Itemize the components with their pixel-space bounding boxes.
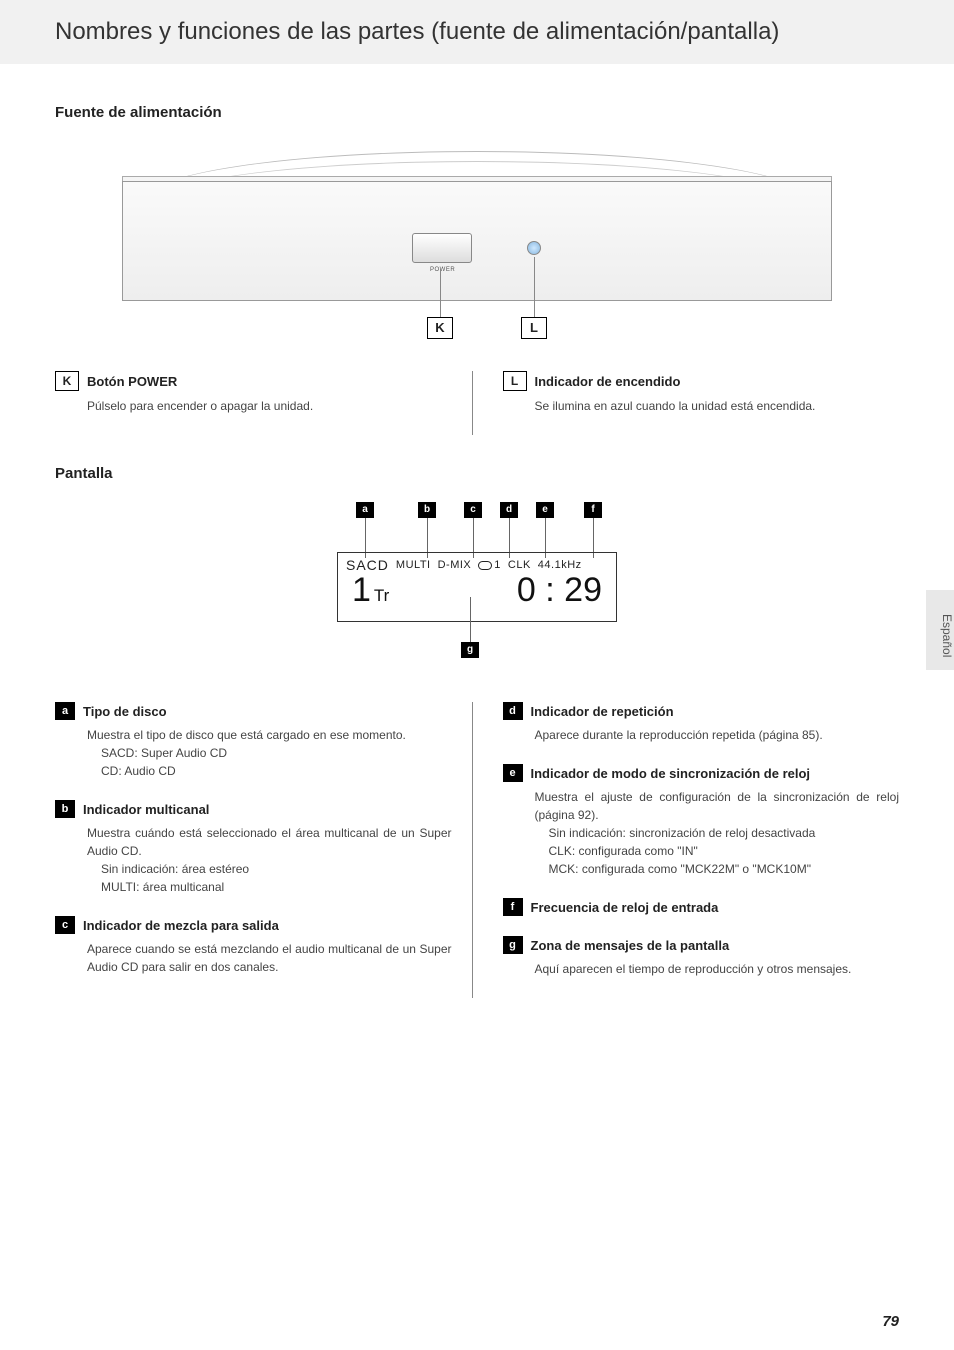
display-items-row: a Tipo de disco Muestra el tipo de disco… (55, 702, 899, 998)
lcd-row-main: 1Tr 0 : 29 (346, 571, 608, 610)
badge-c: c (55, 916, 75, 934)
power-col-right: L Indicador de encendido Se ilumina en a… (472, 371, 900, 435)
item-e-sub2: MCK: configurada como "MCK22M" o "MCK10M… (549, 860, 900, 878)
item-c-title: Indicador de mezcla para salida (83, 918, 279, 933)
display-item-b: b Indicador multicanal Muestra cuándo es… (55, 800, 452, 896)
display-col-right: d Indicador de repetición Aparece durant… (472, 702, 900, 998)
lcd-figure: a b c d e f SACD MULTI D-MIX 1 CLK 44.1k… (322, 502, 632, 672)
item-e-title: Indicador de modo de sincronización de r… (531, 766, 811, 781)
lcd-multi: MULTI (396, 559, 431, 571)
power-led-graphic (527, 241, 541, 255)
lcd-label-e: e (536, 502, 554, 518)
display-item-g: g Zona de mensajes de la pantalla Aquí a… (503, 936, 900, 978)
lcd-label-g: g (461, 642, 479, 658)
power-items-row: K Botón POWER Púlselo para encender o ap… (55, 371, 899, 435)
item-c-body: Aparece cuando se está mezclando el audi… (87, 940, 452, 976)
badge-a: a (55, 702, 75, 720)
display-section-title: Pantalla (55, 465, 899, 482)
badge-b: b (55, 800, 75, 818)
item-g-body: Aquí aparecen el tiempo de reproducción … (535, 960, 900, 978)
callout-box-l: L (521, 317, 547, 339)
power-tiny-label: POWER (430, 267, 455, 273)
lcd-time: 0 : 29 (517, 571, 602, 610)
lcd-label-a: a (356, 502, 374, 518)
item-b-sub1: MULTI: área multicanal (101, 878, 452, 896)
lcd-label-f: f (584, 502, 602, 518)
item-a-sub0: SACD: Super Audio CD (101, 744, 452, 762)
power-item-k: K Botón POWER Púlselo para encender o ap… (55, 371, 452, 415)
display-item-c: c Indicador de mezcla para salida Aparec… (55, 916, 452, 976)
display-item-d: d Indicador de repetición Aparece durant… (503, 702, 900, 744)
power-button-graphic (412, 233, 472, 263)
badge-f: f (503, 898, 523, 916)
lcd-track-num: 1 (352, 571, 371, 609)
item-e-sub1: CLK: configurada como "IN" (549, 842, 900, 860)
badge-d: d (503, 702, 523, 720)
power-col-left: K Botón POWER Púlselo para encender o ap… (55, 371, 472, 435)
power-item-k-title: Botón POWER (87, 374, 177, 389)
device-figure: POWER K L (102, 141, 852, 351)
lcd-label-b: b (418, 502, 436, 518)
callout-line-l (534, 257, 535, 317)
page-title: Nombres y funciones de las partes (fuent… (55, 18, 914, 46)
item-a-title: Tipo de disco (83, 704, 167, 719)
display-col-left: a Tipo de disco Muestra el tipo de disco… (55, 702, 472, 998)
page-content: Fuente de alimentación POWER K L K Botón… (0, 64, 954, 1028)
callout-box-k: K (427, 317, 453, 339)
item-d-body: Aparece durante la reproducción repetida… (535, 726, 900, 744)
lcd-track-group: 1Tr (352, 571, 389, 610)
item-a-sub1: CD: Audio CD (101, 762, 452, 780)
lcd-clk: CLK (508, 559, 531, 571)
item-g-title: Zona de mensajes de la pantalla (531, 938, 730, 953)
item-a-body: Muestra el tipo de disco que está cargad… (87, 726, 452, 780)
item-b-text: Muestra cuándo está seleccionado el área… (87, 826, 452, 858)
item-b-sub0: Sin indicación: área estéreo (101, 860, 452, 878)
lcd-freq: 44.1kHz (538, 559, 582, 571)
item-b-body: Muestra cuándo está seleccionado el área… (87, 824, 452, 896)
item-a-text: Muestra el tipo de disco que está cargad… (87, 728, 406, 742)
lcd-repeat-num: 1 (494, 559, 501, 571)
item-e-text: Muestra el ajuste de configuración de la… (535, 790, 900, 822)
lcd-panel: SACD MULTI D-MIX 1 CLK 44.1kHz 1Tr 0 : 2… (337, 552, 617, 622)
power-item-k-body: Púlselo para encender o apagar la unidad… (87, 397, 452, 415)
lcd-line-g (470, 597, 471, 642)
badge-l: L (503, 371, 527, 391)
power-item-l-title: Indicador de encendido (535, 374, 681, 389)
power-section-title: Fuente de alimentación (55, 104, 899, 121)
lcd-tr-label: Tr (374, 586, 389, 605)
lcd-label-c: c (464, 502, 482, 518)
item-e-sub0: Sin indicación: sincronización de reloj … (549, 824, 900, 842)
lcd-dmix: D-MIX (438, 559, 472, 571)
device-chassis (122, 181, 832, 301)
language-side-tab: Español (926, 590, 954, 670)
display-item-e: e Indicador de modo de sincronización de… (503, 764, 900, 878)
item-f-title: Frecuencia de reloj de entrada (531, 900, 719, 915)
callout-line-k (440, 269, 441, 317)
power-item-l-body: Se ilumina en azul cuando la unidad está… (535, 397, 900, 415)
badge-g: g (503, 936, 523, 954)
item-b-title: Indicador multicanal (83, 802, 209, 817)
badge-e: e (503, 764, 523, 782)
display-item-f: f Frecuencia de reloj de entrada (503, 898, 900, 916)
repeat-icon (478, 561, 492, 570)
page-number: 79 (882, 1313, 899, 1330)
lcd-label-d: d (500, 502, 518, 518)
item-e-body: Muestra el ajuste de configuración de la… (535, 788, 900, 878)
badge-k: K (55, 371, 79, 391)
page-header: Nombres y funciones de las partes (fuent… (0, 0, 954, 64)
item-d-title: Indicador de repetición (531, 704, 674, 719)
power-item-l: L Indicador de encendido Se ilumina en a… (503, 371, 900, 415)
display-item-a: a Tipo de disco Muestra el tipo de disco… (55, 702, 452, 780)
